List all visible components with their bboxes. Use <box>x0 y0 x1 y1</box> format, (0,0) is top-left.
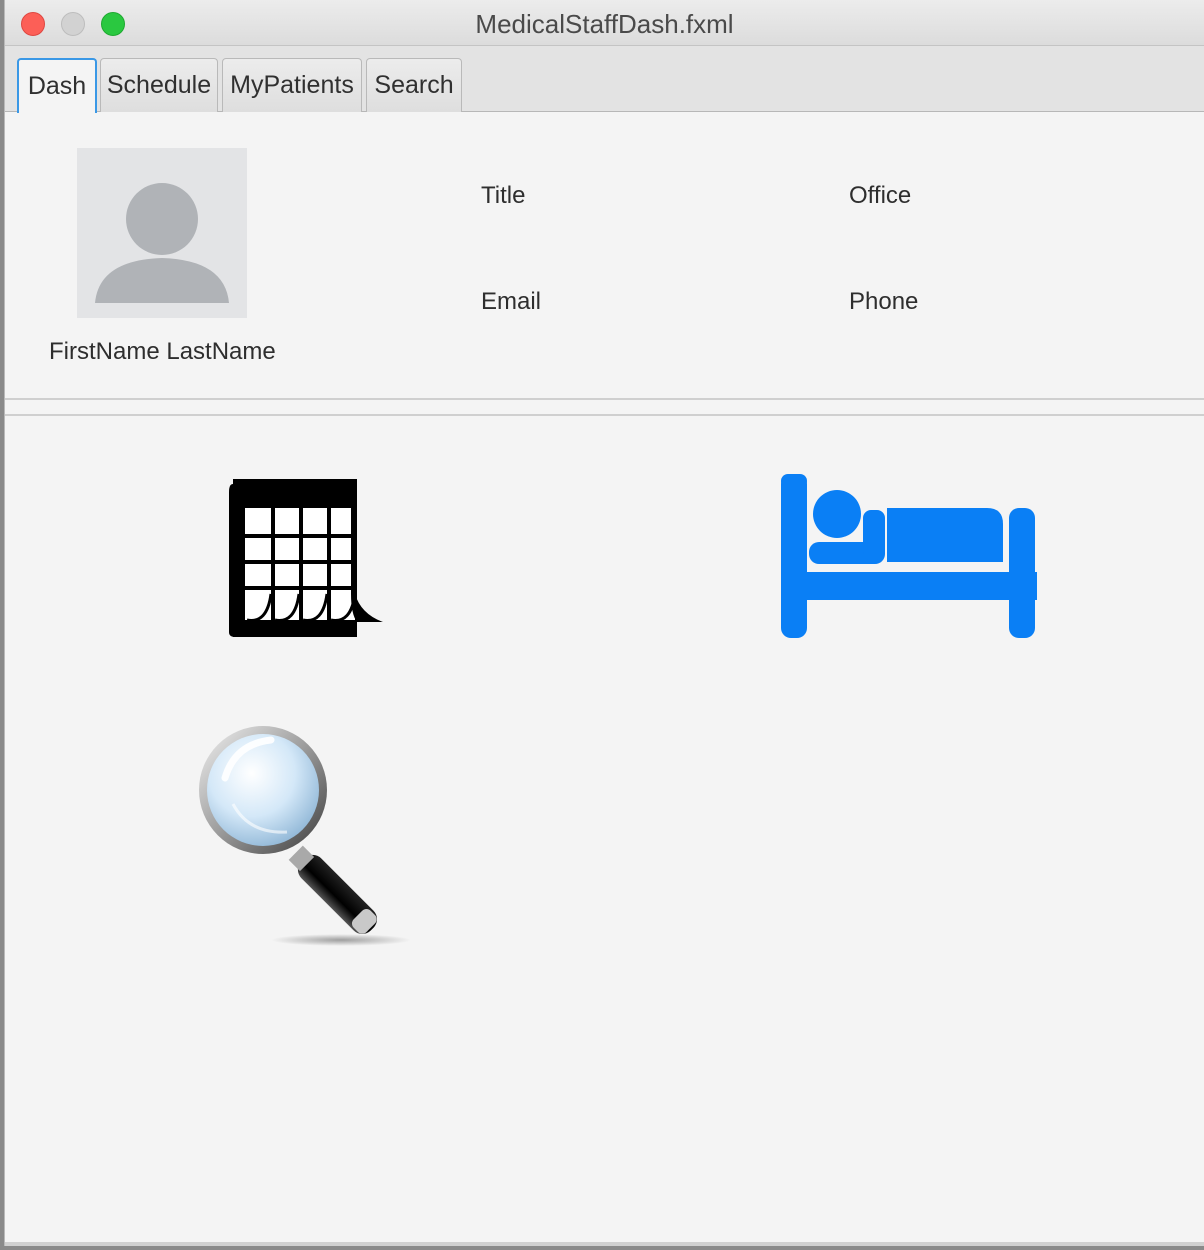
tab-bar: Dash Schedule MyPatients Search <box>5 46 1204 113</box>
profile-panel: FirstName LastName Title Office Email Ph… <box>5 112 1204 398</box>
window-bottom-edge <box>5 1242 1204 1246</box>
tab-mypatients[interactable]: MyPatients <box>222 58 362 112</box>
title-bar[interactable]: MedicalStaffDash.fxml <box>5 0 1204 46</box>
app-window: MedicalStaffDash.fxml Dash Schedule MyPa… <box>4 0 1204 1246</box>
title-label: Title <box>481 182 526 209</box>
tab-search[interactable]: Search <box>366 58 462 112</box>
default-user-icon <box>95 183 229 303</box>
email-label: Email <box>481 288 542 315</box>
magnifier-icon <box>199 726 411 946</box>
tab-dash[interactable]: Dash <box>17 58 97 113</box>
calendar-icon <box>229 479 383 637</box>
staff-name: FirstName LastName <box>49 338 276 365</box>
split-pane-divider[interactable] <box>5 398 1204 416</box>
office-label: Office <box>849 182 912 209</box>
search-shortcut-button[interactable] <box>191 722 411 952</box>
window-title: MedicalStaffDash.fxml <box>475 9 734 39</box>
schedule-shortcut-button[interactable] <box>227 474 387 640</box>
phone-label: Phone <box>849 288 919 315</box>
avatar <box>77 148 247 318</box>
mypatients-shortcut-button[interactable] <box>781 474 1037 640</box>
tab-schedule[interactable]: Schedule <box>100 58 218 112</box>
dashboard-panel <box>5 416 1204 1246</box>
bed-icon <box>781 474 1037 638</box>
